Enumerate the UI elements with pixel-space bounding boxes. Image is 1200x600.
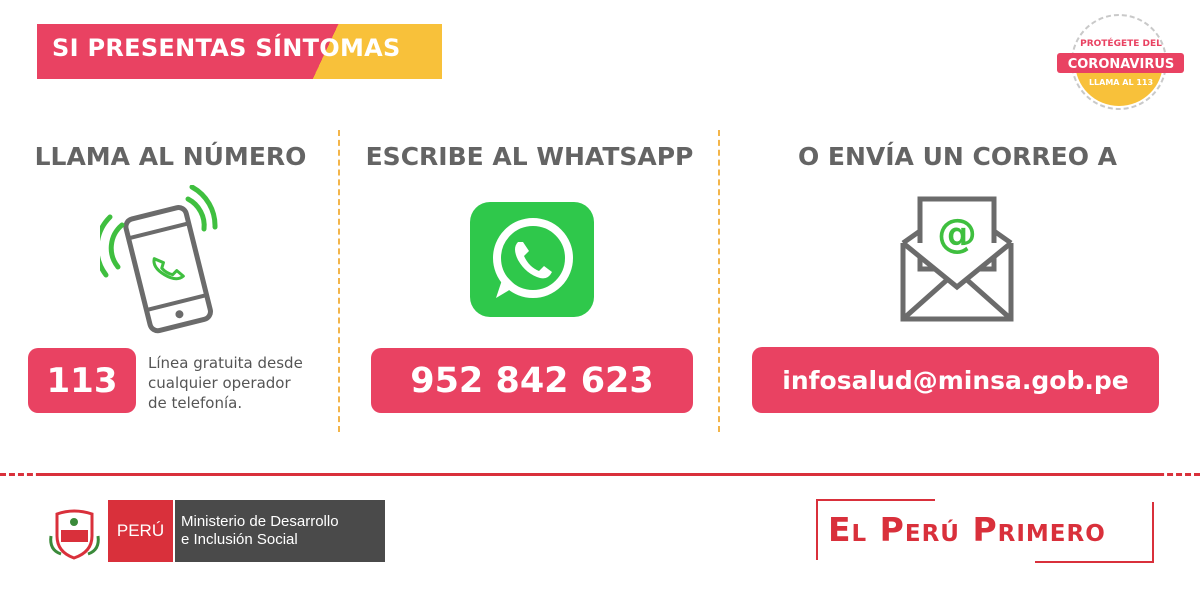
ministry-line1: Ministerio de Desarrollo xyxy=(181,513,339,530)
email-address-pill: infosalud@minsa.gob.pe xyxy=(752,347,1159,413)
free-line-note: Línea gratuita desde cualquier operador … xyxy=(148,353,333,413)
peru-shield-icon xyxy=(49,509,100,560)
free-line-note-3: de telefonía. xyxy=(148,394,243,412)
seal-line1: PROTÉGETE DEL xyxy=(1080,37,1162,49)
free-line-note-2: cualquier operador xyxy=(148,374,291,392)
svg-text:@: @ xyxy=(937,211,977,257)
free-line-note-1: Línea gratuita desde xyxy=(148,354,303,372)
whatsapp-number-pill: 952 842 623 xyxy=(371,348,693,413)
coronavirus-seal: PROTÉGETE DEL CORONAVIRUS LLAMA AL 113 xyxy=(1057,14,1184,110)
envelope-at-icon: @ xyxy=(900,196,1014,322)
footer-divider xyxy=(40,473,1160,476)
column-divider xyxy=(338,130,340,432)
header-title: SI PRESENTAS SÍNTOMAS xyxy=(52,34,401,62)
mail-title: O ENVÍA UN CORREO A xyxy=(797,142,1118,171)
seal-line2: CORONAVIRUS xyxy=(1068,57,1175,72)
brand-slogan: El Perú Primero xyxy=(828,510,1106,549)
call-number-pill: 113 xyxy=(28,348,136,413)
phone-ringing-icon xyxy=(100,185,218,334)
whatsapp-icon xyxy=(470,202,594,317)
seal-line3: LLAMA AL 113 xyxy=(1089,78,1153,87)
peru-label: PERÚ xyxy=(108,500,173,562)
ministry-line2: e Inclusión Social xyxy=(181,531,298,548)
ministry-label: Ministerio de Desarrollo e Inclusión Soc… xyxy=(175,500,385,562)
call-title: LLAMA AL NÚMERO xyxy=(34,142,307,171)
whatsapp-title: ESCRIBE AL WHATSAPP xyxy=(365,142,694,171)
column-divider xyxy=(718,130,720,432)
